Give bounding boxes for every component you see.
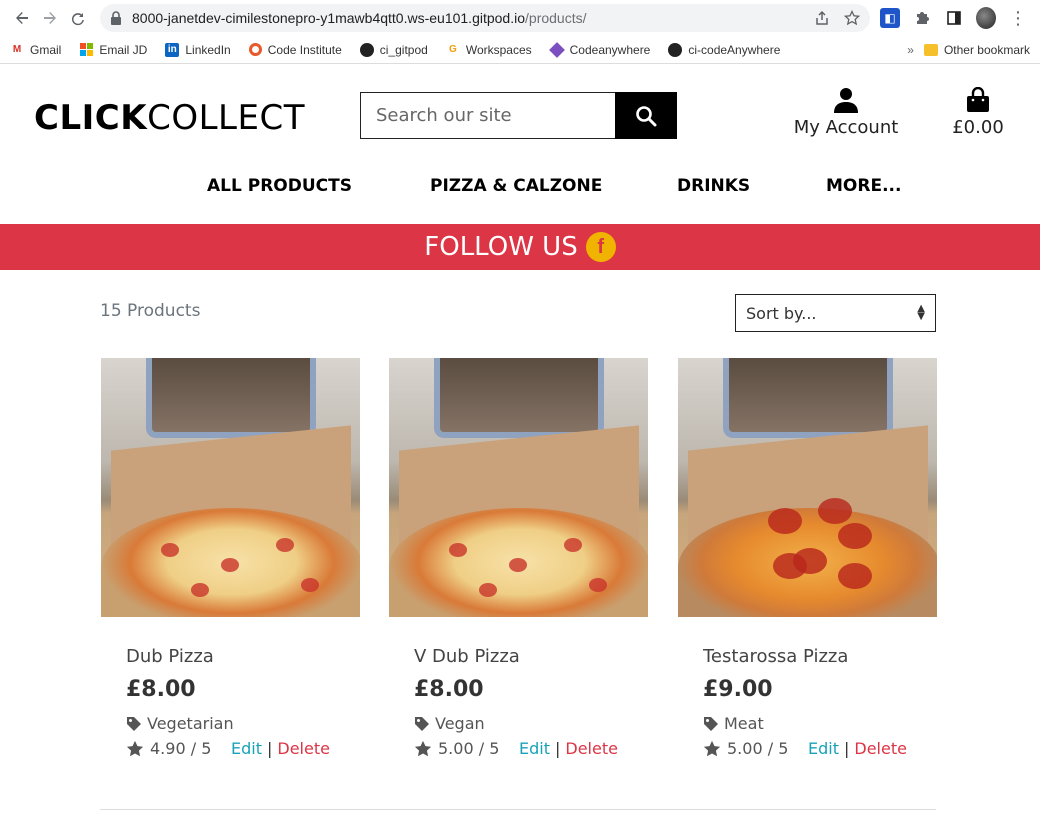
nav-pizza-calzone[interactable]: PIZZA & CALZONE — [430, 176, 602, 196]
site-header: CLICKCOLLECT My Account £0.00 ALL PRODUC… — [0, 64, 1040, 224]
product-rating-row: 4.90 / 5 Edit | Delete — [126, 739, 366, 758]
my-account-link[interactable]: My Account — [790, 86, 902, 138]
delete-link[interactable]: Delete — [565, 739, 618, 758]
shopping-bag-icon — [967, 87, 989, 112]
url-path: /products/ — [525, 10, 587, 26]
bookmark-ci-gitpod[interactable]: ci_gitpod — [359, 42, 428, 57]
product-category[interactable]: Meat — [703, 714, 943, 733]
star-icon — [414, 740, 432, 756]
star-icon[interactable] — [844, 10, 860, 26]
product-price: £8.00 — [126, 677, 196, 702]
bookmark-ci-codeanywhere[interactable]: ci-codeAnywhere — [668, 42, 780, 57]
separator: | — [843, 739, 850, 758]
product-price: £8.00 — [414, 677, 484, 702]
product-rating: 5.00 / 5 — [703, 739, 808, 758]
linkedin-icon: in — [165, 42, 180, 57]
product-rating-row: 5.00 / 5 Edit | Delete — [414, 739, 654, 758]
puzzle-icon[interactable] — [912, 8, 932, 28]
separator: | — [266, 739, 273, 758]
nav-all-products[interactable]: ALL PRODUCTS — [207, 176, 352, 196]
gmail-icon: M — [12, 44, 22, 55]
other-bookmarks-folder[interactable]: Other bookmark — [923, 43, 1030, 57]
search-icon — [636, 105, 657, 126]
facebook-icon[interactable]: f — [585, 232, 616, 262]
back-icon[interactable] — [8, 4, 36, 32]
edit-link[interactable]: Edit — [231, 739, 262, 758]
product-name[interactable]: Testarossa Pizza — [703, 646, 943, 667]
bookmark-gmail[interactable]: M Gmail — [10, 43, 62, 57]
search-button[interactable] — [615, 92, 677, 139]
divider — [100, 809, 936, 810]
folder-icon — [923, 43, 938, 56]
product-grid — [0, 358, 1040, 618]
product-name[interactable]: Dub Pizza — [126, 646, 366, 667]
sort-caret-icon: ▲ ▼ — [917, 303, 925, 322]
star-icon — [703, 740, 721, 756]
profile-avatar[interactable] — [976, 7, 996, 29]
products-toolbar: 15 Products Sort by... ▲ ▼ — [0, 270, 1040, 358]
tag-icon — [127, 716, 141, 731]
sort-select[interactable]: Sort by... ▲ ▼ — [735, 294, 936, 332]
product-rating: 5.00 / 5 — [414, 739, 519, 758]
banner-text: FOLLOW US — [424, 232, 578, 262]
sidepanel-icon[interactable] — [944, 8, 964, 28]
bookmark-code-institute[interactable]: Code Institute — [248, 43, 342, 57]
product-card — [389, 358, 648, 617]
lock-icon — [111, 11, 121, 25]
product-info: Testarossa Pizza £9.00 Meat 5.00 / 5 Edi… — [678, 618, 968, 758]
tag-icon — [704, 716, 718, 731]
product-info-area: Dub Pizza £8.00 Vegetarian 4.90 / 5 Edit… — [0, 618, 1040, 818]
address-bar[interactable]: 8000-janetdev-cimilestonepro-y1mawb4qtt0… — [100, 4, 870, 32]
product-image[interactable] — [389, 358, 648, 617]
product-category[interactable]: Vegetarian — [126, 714, 366, 733]
follow-us-banner: FOLLOW US f — [0, 224, 1040, 270]
product-card — [678, 358, 937, 617]
bookmark-email-jd[interactable]: Email JD — [79, 43, 147, 57]
github-icon — [359, 42, 374, 57]
share-icon[interactable] — [814, 10, 830, 26]
kebab-menu-icon[interactable]: ⋮ — [1008, 8, 1028, 29]
bookmark-codeanywhere[interactable]: Codeanywhere — [548, 41, 650, 58]
product-rating-row: 5.00 / 5 Edit | Delete — [703, 739, 943, 758]
product-info: Dub Pizza £8.00 Vegetarian 4.90 / 5 Edit… — [101, 618, 391, 758]
microsoft-icon — [79, 43, 93, 57]
product-count: 15 Products — [100, 301, 201, 321]
nav-drinks[interactable]: DRINKS — [677, 176, 750, 196]
edit-link[interactable]: Edit — [519, 739, 550, 758]
nav-more[interactable]: MORE... — [826, 176, 901, 196]
delete-link[interactable]: Delete — [277, 739, 330, 758]
bookmark-workspaces[interactable]: G Workspaces — [446, 43, 532, 57]
user-icon — [834, 88, 858, 113]
forward-icon[interactable] — [36, 4, 64, 32]
search-input[interactable] — [360, 92, 615, 139]
product-card — [101, 358, 360, 617]
codeanywhere-icon — [548, 41, 565, 58]
extension-icon[interactable]: ◧ — [880, 8, 900, 28]
product-price: £9.00 — [703, 677, 773, 702]
site-logo[interactable]: CLICKCOLLECT — [34, 98, 305, 138]
browser-toolbar: 8000-janetdev-cimilestonepro-y1mawb4qtt0… — [0, 0, 1040, 36]
separator: | — [554, 739, 561, 758]
shopping-bag-link[interactable]: £0.00 — [950, 86, 1006, 138]
product-image[interactable] — [101, 358, 360, 617]
delete-link[interactable]: Delete — [854, 739, 907, 758]
tag-icon — [415, 716, 429, 731]
more-bookmarks-button[interactable]: » — [907, 43, 914, 57]
bookmarks-bar: M Gmail Email JD in LinkedIn Code Institut… — [0, 36, 1040, 64]
bookmark-linkedin[interactable]: in LinkedIn — [165, 42, 231, 57]
star-icon — [126, 740, 144, 756]
reload-icon[interactable] — [64, 4, 92, 32]
search-form — [360, 92, 677, 139]
url-host: 8000-janetdev-cimilestonepro-y1mawb4qtt0… — [132, 10, 526, 26]
product-rating: 4.90 / 5 — [126, 739, 231, 758]
edit-link[interactable]: Edit — [808, 739, 839, 758]
github-icon — [668, 42, 683, 57]
product-image[interactable] — [678, 358, 937, 617]
code-institute-icon — [248, 43, 262, 56]
product-category[interactable]: Vegan — [414, 714, 654, 733]
product-info: V Dub Pizza £8.00 Vegan 5.00 / 5 Edit | … — [389, 618, 679, 758]
product-name[interactable]: V Dub Pizza — [414, 646, 654, 667]
gitpod-icon: G — [448, 44, 457, 55]
